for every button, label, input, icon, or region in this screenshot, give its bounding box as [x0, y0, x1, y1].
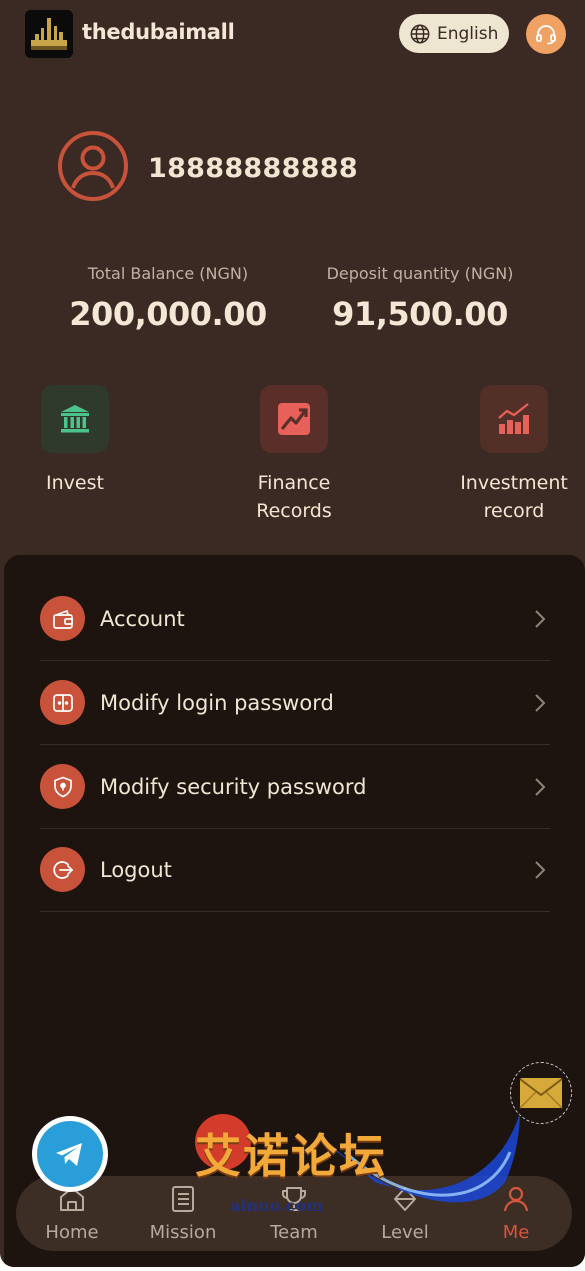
menu-item-logout[interactable]: Logout [40, 828, 550, 912]
deposit-quantity-stat: Deposit quantity (NGN) 91,500.00 [300, 264, 540, 333]
telegram-circle [37, 1121, 103, 1187]
nav-level-label: Level [381, 1222, 429, 1243]
nav-level[interactable]: Level [355, 1184, 455, 1243]
nav-team[interactable]: Team [244, 1184, 344, 1243]
finance-records-label: Finance Records [256, 472, 332, 522]
wallet-icon [52, 609, 73, 629]
finance-records-icon-box [260, 385, 328, 453]
brand-logo[interactable] [25, 10, 73, 58]
finance-records-action[interactable]: Finance Records [219, 385, 369, 525]
chevron-right-icon [535, 860, 546, 879]
menu-label-account: Account [100, 606, 185, 631]
menu-label-modify-login-password: Modify login password [100, 690, 334, 715]
language-selector[interactable]: English [399, 14, 509, 53]
menu-item-modify-security-password[interactable]: Modify security password [40, 745, 550, 829]
telegram-floating-button[interactable] [32, 1116, 108, 1192]
investment-record-label: Investment record [460, 472, 568, 522]
bar-chart-icon [498, 403, 529, 434]
avatar[interactable] [57, 130, 129, 202]
chevron-right-icon [535, 693, 546, 712]
app-screen: thedubaimall English 18888888888 Total B… [0, 0, 585, 1267]
menu-label-modify-security-password: Modify security password [100, 774, 367, 799]
logout-icon-circle [40, 847, 85, 892]
nav-mission-label: Mission [149, 1222, 217, 1243]
security-password-icon-circle [40, 764, 85, 809]
total-balance-value: 200,000.00 [69, 295, 267, 333]
headset-icon [536, 25, 556, 45]
nav-me-label: Me [502, 1222, 530, 1243]
total-balance-label: Total Balance (NGN) [87, 264, 249, 283]
shield-lock-icon [53, 776, 72, 797]
user-icon [503, 1186, 529, 1212]
bank-icon [61, 405, 89, 433]
nav-mission[interactable]: Mission [133, 1184, 233, 1243]
level-icon [394, 1187, 416, 1211]
header: thedubaimall English [0, 0, 585, 70]
invest-icon-box [41, 385, 109, 453]
telegram-icon [56, 1143, 82, 1166]
account-icon-circle [40, 596, 85, 641]
split-panel-icon [52, 693, 73, 712]
total-balance-stat: Total Balance (NGN) 200,000.00 [48, 264, 288, 333]
globe-icon [410, 24, 430, 43]
menu-label-logout: Logout [100, 857, 172, 882]
envelope-icon [519, 1078, 563, 1109]
logout-icon [52, 860, 73, 879]
bottom-navigation: Home Mission Team Level Me [16, 1176, 572, 1251]
deposit-quantity-value: 91,500.00 [332, 295, 508, 333]
user-phone: 18888888888 [148, 153, 358, 184]
menu-item-modify-login-password[interactable]: Modify login password [40, 661, 550, 745]
nav-home-label: Home [45, 1222, 99, 1243]
nav-home[interactable]: Home [22, 1184, 122, 1243]
menu-item-account[interactable]: Account [40, 577, 550, 661]
language-label: English [437, 23, 499, 44]
chevron-right-icon [535, 777, 546, 796]
trophy-icon [282, 1187, 306, 1211]
brand-name: thedubaimall [82, 20, 235, 44]
customer-service-button[interactable] [526, 14, 566, 54]
mail-floating-button[interactable] [510, 1062, 572, 1124]
investment-record-icon-box [480, 385, 548, 453]
login-password-icon-circle [40, 680, 85, 725]
chevron-right-icon [535, 609, 546, 628]
nav-me[interactable]: Me [466, 1184, 566, 1243]
invest-action[interactable]: Invest [0, 385, 150, 497]
investment-record-action[interactable]: Investment record [439, 385, 585, 525]
user-avatar-icon [58, 131, 128, 201]
deposit-quantity-label: Deposit quantity (NGN) [326, 264, 514, 283]
list-icon [172, 1186, 194, 1212]
trend-up-icon [278, 403, 310, 435]
nav-team-label: Team [270, 1222, 318, 1243]
invest-label: Invest [46, 472, 104, 494]
